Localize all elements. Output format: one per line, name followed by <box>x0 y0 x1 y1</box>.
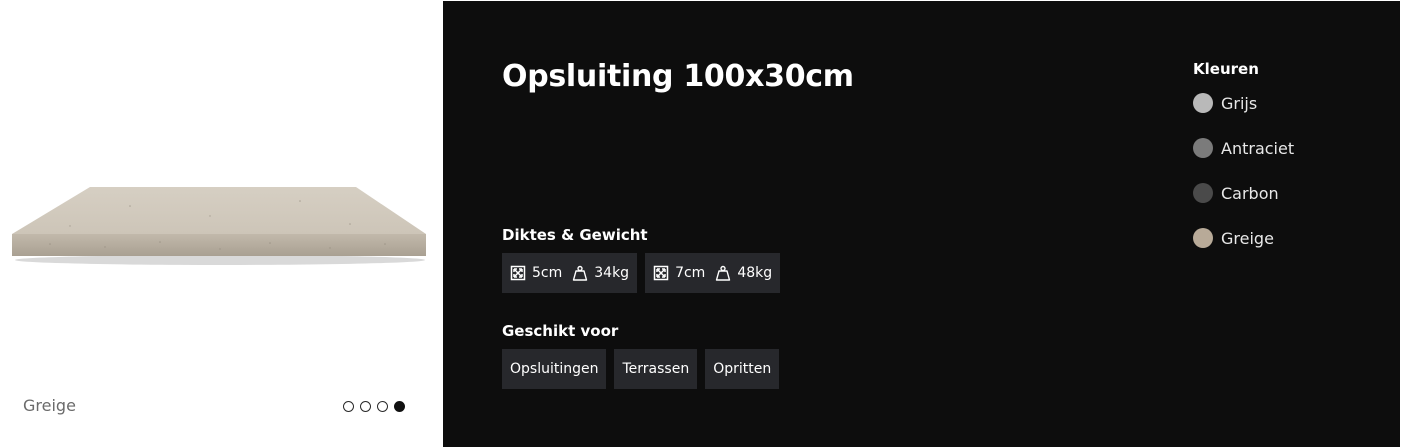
color-swatch <box>1193 228 1213 248</box>
color-label: Greige <box>1221 228 1274 248</box>
color-swatch <box>1193 183 1213 203</box>
color-label: Carbon <box>1221 183 1279 203</box>
color-label: Grijs <box>1221 93 1258 113</box>
slide-dot-3[interactable] <box>377 401 388 412</box>
colors-heading: Kleuren <box>1193 60 1259 78</box>
color-option-carbon[interactable]: Carbon <box>1193 182 1294 204</box>
slide-indicator <box>343 401 405 412</box>
thickness-weight-heading: Diktes & Gewicht <box>502 226 648 244</box>
weight-value: 34kg <box>594 265 630 281</box>
tag-terrassen[interactable]: Terrassen <box>614 349 698 389</box>
tag-opritten[interactable]: Opritten <box>705 349 780 389</box>
color-swatch <box>1193 93 1213 113</box>
tag-opsluitingen[interactable]: Opsluitingen <box>502 349 607 389</box>
slide-dot-2[interactable] <box>360 401 371 412</box>
weight-icon <box>572 265 588 281</box>
color-swatch <box>1193 138 1213 158</box>
suitable-tags: Opsluitingen Terrassen Opritten <box>502 349 780 389</box>
thickness-options: 5cm 34kg 7cm 48kg <box>502 253 781 293</box>
slide-dot-1[interactable] <box>343 401 354 412</box>
dimensions-icon <box>510 265 526 281</box>
color-option-antraciet[interactable]: Antraciet <box>1193 137 1294 159</box>
thickness-option-chip: 7cm 48kg <box>645 253 781 293</box>
product-image <box>12 187 426 265</box>
gallery-caption: Greige <box>23 396 76 415</box>
product-title: Opsluiting 100x30cm <box>502 59 854 94</box>
dimensions-icon <box>653 265 669 281</box>
weight-value: 48kg <box>737 265 773 281</box>
product-details: Opsluiting 100x30cm Diktes & Gewicht 5cm… <box>443 1 1400 447</box>
color-option-grijs[interactable]: Grijs <box>1193 92 1294 114</box>
thickness-value: 7cm <box>675 265 706 281</box>
color-options: Kleuren Grijs Antraciet Carbon Greige <box>1193 60 1294 272</box>
thickness-value: 5cm <box>532 265 563 281</box>
thickness-option-chip: 5cm 34kg <box>502 253 638 293</box>
product-gallery: Greige <box>0 0 443 447</box>
slide-dot-4-active[interactable] <box>394 401 405 412</box>
weight-icon <box>715 265 731 281</box>
color-label: Antraciet <box>1221 138 1295 158</box>
suitable-for-heading: Geschikt voor <box>502 322 619 340</box>
color-option-greige[interactable]: Greige <box>1193 227 1294 249</box>
